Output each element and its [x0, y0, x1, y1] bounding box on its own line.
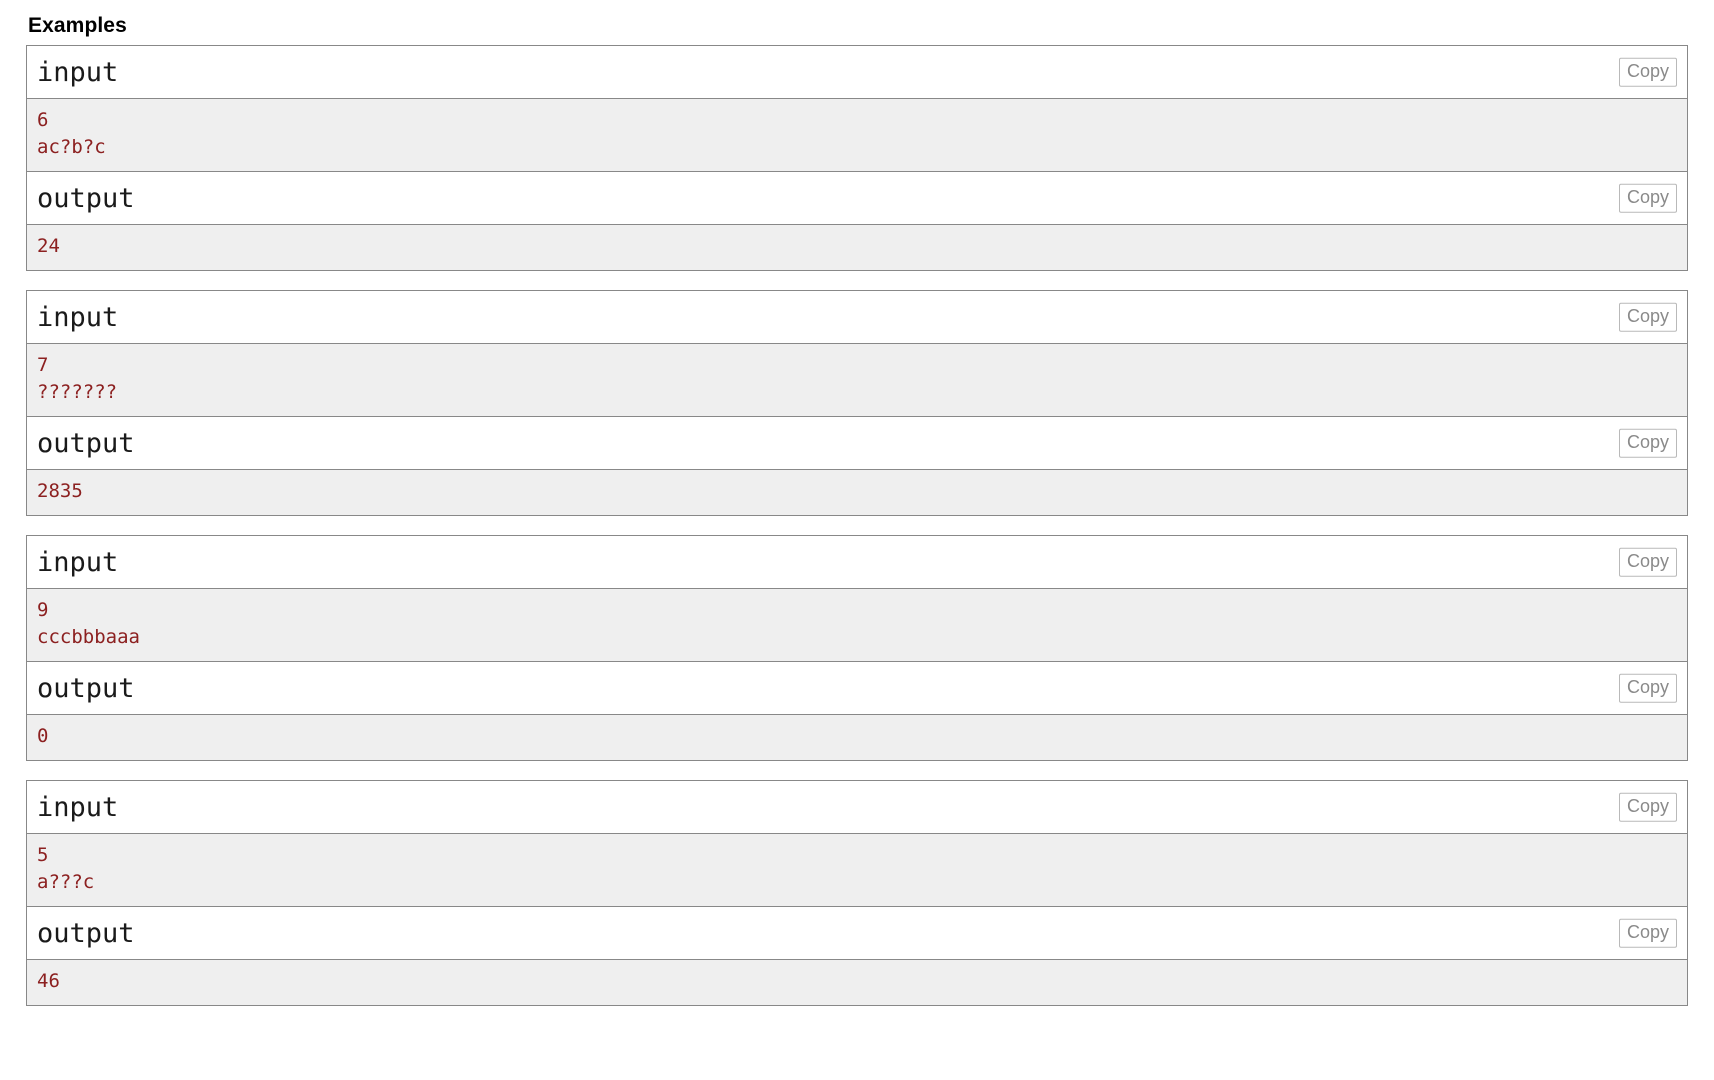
sample-test-1: input Copy 6 ac?b?c output Copy 24: [26, 45, 1688, 272]
output-data-1: 24: [27, 225, 1687, 271]
output-data-3: 0: [27, 715, 1687, 761]
input-data-4: 5 a???c: [27, 834, 1687, 908]
input-header-4: input Copy: [27, 781, 1687, 835]
page-title: Examples: [28, 14, 127, 37]
output-data-4: 46: [27, 960, 1687, 1006]
sample-test-2: input Copy 7 ??????? output Copy 2835: [26, 290, 1688, 517]
sample-test-4: input Copy 5 a???c output Copy 46: [26, 780, 1688, 1007]
output-label-2: output: [37, 427, 135, 459]
output-header-2: output Copy: [27, 417, 1687, 471]
copy-input-button-2[interactable]: Copy: [1618, 302, 1677, 332]
input-label-4: input: [37, 791, 119, 823]
input-label-1: input: [37, 56, 119, 88]
output-label-4: output: [37, 917, 135, 949]
copy-input-button-1[interactable]: Copy: [1618, 57, 1677, 87]
copy-input-button-4[interactable]: Copy: [1618, 792, 1677, 822]
input-label-2: input: [37, 301, 119, 333]
input-label-3: input: [37, 546, 119, 578]
output-label-1: output: [37, 182, 135, 214]
copy-input-button-3[interactable]: Copy: [1618, 547, 1677, 577]
sample-test-3: input Copy 9 cccbbbaaa output Copy 0: [26, 535, 1688, 762]
input-data-3: 9 cccbbbaaa: [27, 589, 1687, 663]
copy-output-button-2[interactable]: Copy: [1618, 428, 1677, 458]
output-header-1: output Copy: [27, 172, 1687, 226]
output-data-2: 2835: [27, 470, 1687, 516]
input-header-3: input Copy: [27, 536, 1687, 590]
sample-tests-list: input Copy 6 ac?b?c output Copy 24 input…: [26, 45, 1688, 1007]
output-label-3: output: [37, 672, 135, 704]
input-data-2: 7 ???????: [27, 344, 1687, 418]
copy-output-button-3[interactable]: Copy: [1618, 673, 1677, 703]
output-header-3: output Copy: [27, 662, 1687, 716]
input-header-1: input Copy: [27, 46, 1687, 100]
output-header-4: output Copy: [27, 907, 1687, 961]
copy-output-button-1[interactable]: Copy: [1618, 183, 1677, 213]
input-data-1: 6 ac?b?c: [27, 99, 1687, 173]
copy-output-button-4[interactable]: Copy: [1618, 918, 1677, 948]
input-header-2: input Copy: [27, 291, 1687, 345]
examples-page: Examples input Copy 6 ac?b?c output Copy…: [0, 0, 1714, 1007]
